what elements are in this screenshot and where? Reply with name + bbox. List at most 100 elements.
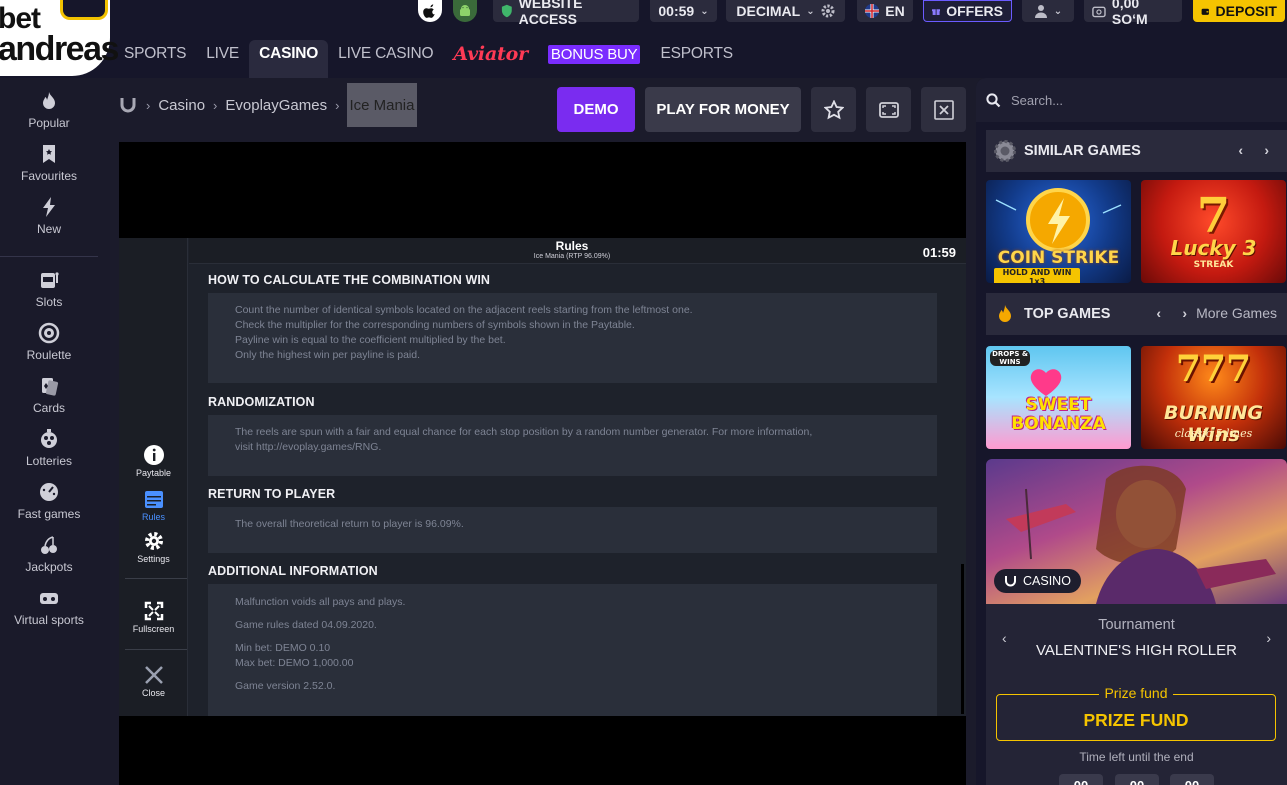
top-games-header: TOP GAMES ‹ › More Games	[986, 293, 1287, 335]
rules-header: Rules Ice Mania (RTP 96.09%) 01:59	[189, 238, 966, 264]
nav-aviator[interactable]: Aviator	[443, 40, 538, 68]
game-tile-coin-strike[interactable]: COIN STRIKE HOLD AND WIN 1x3	[986, 180, 1131, 283]
sidebar-item-jackpots[interactable]: Jackpots	[0, 534, 98, 574]
tournament-banner[interactable]: CASINO	[986, 459, 1287, 604]
casino-badge-label: CASINO	[1023, 574, 1071, 588]
sidebar-item-label: Slots	[35, 295, 63, 309]
nav-sports[interactable]: SPORTS	[114, 40, 196, 68]
favourite-button[interactable]	[811, 87, 856, 132]
cherries-icon	[41, 536, 57, 554]
chevron-right-icon[interactable]: ›	[1264, 142, 1269, 158]
demo-button[interactable]: DEMO	[557, 87, 635, 132]
flame-icon	[43, 92, 55, 109]
expand-icon	[878, 101, 899, 118]
breadcrumb-separator: ›	[146, 97, 151, 113]
breadcrumb-current-game: Ice Mania	[347, 83, 417, 127]
sidebar-item-new[interactable]: New	[0, 196, 98, 236]
rules-line: visit http://evoplay.games/RNG.	[235, 441, 382, 453]
more-games-link[interactable]: More Games	[1196, 305, 1277, 321]
nav-casino[interactable]: CASINO	[249, 40, 329, 78]
game-search[interactable]: Search...	[976, 78, 1287, 122]
time-left-label: Time left until the end	[1079, 750, 1194, 764]
tile-title: Lucky 3	[1170, 236, 1257, 260]
tournament-label: Tournament	[1098, 617, 1175, 633]
section-title: RANDOMIZATION	[208, 395, 315, 409]
bonus-buy-label: BONUS BUY	[547, 44, 641, 64]
slot-machine-icon	[41, 272, 59, 288]
theater-mode-button[interactable]	[866, 87, 911, 132]
rules-line: Max bet: DEMO 1,000.00	[235, 657, 354, 669]
nav-live-casino[interactable]: LIVE CASINO	[328, 40, 443, 68]
sidebar-item-label: Fast games	[17, 507, 81, 521]
rules-line: Payline win is equal to the coefficient …	[235, 334, 506, 346]
breadcrumb-separator: ›	[213, 97, 218, 113]
rules-scrollbar[interactable]	[961, 564, 964, 714]
game-tile-burning-wins[interactable]: 777 BURNING Wins classic 5 lines	[1141, 346, 1286, 449]
sidebar-item-virtual-sports[interactable]: Virtual sports	[0, 587, 98, 627]
lightning-icon	[43, 197, 55, 217]
sidebar-item-label: Cards	[32, 401, 65, 415]
apple-icon[interactable]	[418, 0, 442, 22]
nav-live[interactable]: LIVE	[196, 40, 249, 68]
similar-games-title: SIMILAR GAMES	[1024, 143, 1141, 159]
sidebar-item-popular[interactable]: Popular	[0, 90, 98, 130]
paytable-button[interactable]: Paytable	[119, 444, 188, 478]
rules-line: Only the highest win per payline is paid…	[235, 349, 421, 361]
game-tile-sweet-bonanza[interactable]: DROPS & WINS SWEET BONANZA	[986, 346, 1131, 449]
rules-line: Game rules dated 04.09.2020.	[235, 619, 377, 631]
chip-icon	[994, 140, 1016, 162]
android-icon[interactable]	[453, 0, 477, 22]
chevron-right-icon[interactable]: ›	[1182, 305, 1187, 321]
cards-icon	[42, 378, 59, 396]
sidebar-item-fast-games[interactable]: Fast games	[0, 481, 98, 521]
sidebar-item-label: Popular	[28, 116, 70, 130]
nav-esports[interactable]: ESPORTS	[650, 40, 742, 68]
user-icon	[1034, 5, 1047, 18]
horseshoe-icon[interactable]	[118, 95, 138, 115]
breadcrumb-provider[interactable]: EvoplayGames	[225, 97, 327, 114]
brand-logo[interactable]: bet andreas	[0, 0, 119, 76]
search-input[interactable]: Search...	[1011, 93, 1063, 108]
language-label: EN	[885, 3, 905, 19]
rules-button[interactable]: Rules	[119, 488, 188, 522]
sidebar-item-label: Jackpots	[25, 560, 73, 574]
close-game-button[interactable]	[921, 87, 966, 132]
top-games-title: TOP GAMES	[1024, 306, 1111, 322]
sidebar-item-slots[interactable]: Slots	[0, 269, 98, 309]
game-frame[interactable]: Paytable Rules Settings Fullscreen Close…	[119, 142, 966, 785]
website-access-button[interactable]: WEBSITE ACCESS	[493, 0, 639, 27]
nav-bonus-buy[interactable]: BONUS BUY	[538, 40, 651, 68]
section-content: Malfunction voids all pays and plays. Ga…	[208, 584, 937, 716]
sidebar-item-label: Virtual sports	[14, 613, 84, 627]
sidebar-item-label: Roulette	[26, 348, 72, 362]
balance-display[interactable]: 0,00 SOʻM	[1084, 0, 1182, 27]
language-selector[interactable]: EN	[857, 0, 913, 22]
game-tile-lucky-streak[interactable]: 7 Lucky 3 STREAK	[1141, 180, 1286, 283]
close-rules-button[interactable]: Close	[119, 664, 188, 698]
sidebar-item-lotteries[interactable]: Lotteries	[0, 428, 98, 468]
offers-button[interactable]: OFFERS	[923, 0, 1012, 22]
lottery-icon	[41, 429, 57, 448]
rules-subtitle: Ice Mania (RTP 96.09%)	[533, 253, 611, 260]
gear-icon	[144, 532, 163, 550]
account-menu[interactable]: ⌄	[1022, 0, 1074, 22]
clock-value: 00:59	[658, 3, 695, 19]
odds-format-dropdown[interactable]: DECIMAL ⌄	[726, 0, 845, 22]
deposit-button[interactable]: DEPOSIT	[1193, 0, 1285, 22]
clock-dropdown[interactable]: 00:59 ⌄	[650, 0, 717, 22]
rules-line: Min bet: DEMO 0.10	[235, 642, 331, 654]
fullscreen-button[interactable]: Fullscreen	[119, 600, 188, 634]
breadcrumb-casino[interactable]: Casino	[158, 97, 205, 114]
rules-line: The reels are spun with a fair and equal…	[235, 426, 813, 438]
tile-subtitle: HOLD AND WIN 1x3	[994, 268, 1080, 283]
sidebar-item-cards[interactable]: Cards	[0, 375, 98, 415]
section-title: HOW TO CALCULATE THE COMBINATION WIN	[208, 273, 491, 287]
settings-label: Settings	[137, 554, 170, 564]
chevron-left-icon[interactable]: ‹	[1238, 142, 1243, 158]
play-for-money-button[interactable]: PLAY FOR MONEY	[645, 87, 801, 132]
rules-body[interactable]: HOW TO CALCULATE THE COMBINATION WIN Cou…	[189, 264, 966, 716]
sidebar-item-favourites[interactable]: Favourites	[0, 143, 98, 183]
settings-button[interactable]: Settings	[119, 530, 188, 564]
sidebar-item-roulette[interactable]: Roulette	[0, 322, 98, 362]
chevron-left-icon[interactable]: ‹	[1156, 305, 1161, 321]
